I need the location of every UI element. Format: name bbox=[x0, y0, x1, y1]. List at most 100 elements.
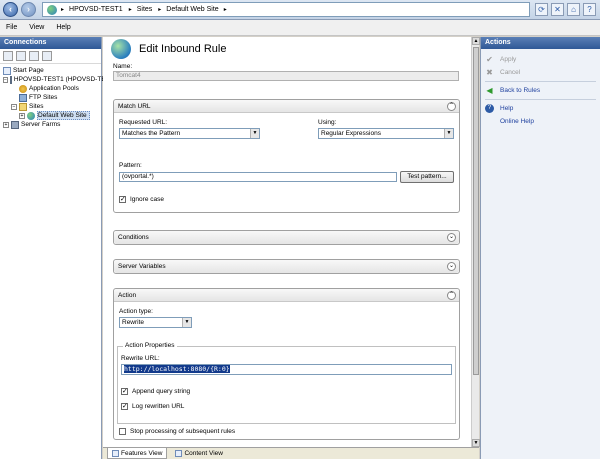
select-value: Matches the Pattern bbox=[122, 130, 181, 137]
menu-help[interactable]: Help bbox=[56, 24, 70, 31]
tree-app-pools[interactable]: Application Pools bbox=[0, 84, 101, 93]
tab-label: Content View bbox=[184, 450, 223, 457]
tree-server[interactable]: − HPOVSD-TEST1 (HPOVSD-TE bbox=[0, 75, 106, 84]
connect-icon[interactable] bbox=[3, 51, 13, 61]
crumb-label: HPOVSD-TEST1 bbox=[69, 6, 123, 13]
stop-processing-label: Stop processing of subsequent rules bbox=[130, 428, 236, 435]
view-tabs: Features View Content View bbox=[103, 447, 479, 459]
scroll-thumb[interactable] bbox=[473, 47, 479, 375]
tree-label: Start Page bbox=[13, 67, 44, 74]
collapse-icon[interactable]: − bbox=[3, 76, 8, 83]
address-bar[interactable]: ▸ HPOVSD-TEST1 ▸ Sites ▸ Default Web Site ▸ bbox=[42, 2, 530, 17]
tab-content-view[interactable]: Content View bbox=[171, 448, 227, 459]
tree-label: Server Farms bbox=[21, 121, 61, 128]
stop-processing-checkbox[interactable] bbox=[119, 428, 126, 435]
refresh-icon[interactable]: ⟳ bbox=[535, 3, 548, 16]
log-rewritten-label: Log rewritten URL bbox=[132, 403, 185, 410]
server-farm-icon bbox=[11, 120, 19, 129]
conditions-header[interactable]: Conditions ⌄ bbox=[114, 231, 459, 244]
scroll-up-icon[interactable]: ▲ bbox=[472, 37, 480, 45]
folder-icon bbox=[19, 102, 27, 111]
name-field[interactable]: Tomcat4 bbox=[113, 71, 459, 81]
up-icon[interactable] bbox=[29, 51, 39, 61]
test-pattern-button[interactable]: Test pattern... bbox=[400, 171, 454, 183]
log-rewritten-checkbox[interactable]: ✓ bbox=[121, 403, 128, 410]
select-value: Regular Expressions bbox=[321, 130, 381, 137]
conditions-section: Conditions ⌄ bbox=[113, 230, 460, 245]
pattern-label: Pattern: bbox=[119, 162, 142, 169]
crumb-label: Default Web Site bbox=[166, 6, 219, 13]
tab-features-view[interactable]: Features View bbox=[107, 448, 168, 459]
using-select[interactable]: Regular Expressions ▼ bbox=[318, 128, 454, 139]
page-icon bbox=[3, 66, 11, 75]
expand-icon[interactable]: ⌄ bbox=[447, 262, 456, 271]
collapse-icon[interactable]: ⌃ bbox=[447, 291, 456, 300]
section-title: Conditions bbox=[118, 234, 149, 241]
tree-label: Default Web Site bbox=[37, 111, 90, 120]
action-section: Action ⌃ Action type: Rewrite ▼ Action P… bbox=[113, 288, 460, 440]
append-query-label: Append query string bbox=[132, 388, 191, 395]
menu-file[interactable]: File bbox=[6, 24, 17, 31]
name-label: Name: bbox=[113, 63, 133, 70]
back-button[interactable]: ‹ bbox=[3, 2, 18, 17]
home-icon[interactable]: ⌂ bbox=[567, 3, 580, 16]
chevron-down-icon: ▼ bbox=[182, 318, 191, 327]
append-query-checkbox[interactable]: ✓ bbox=[121, 388, 128, 395]
help-icon[interactable]: ? bbox=[583, 3, 596, 16]
online-help-action[interactable]: Online Help bbox=[481, 115, 600, 128]
rewrite-url-label: Rewrite URL: bbox=[121, 355, 160, 362]
expand-icon[interactable]: + bbox=[3, 121, 9, 128]
stop-icon[interactable]: ✕ bbox=[551, 3, 564, 16]
tree-start-page[interactable]: Start Page bbox=[0, 66, 101, 75]
address-toolbar: ‹ › ▸ HPOVSD-TEST1 ▸ Sites ▸ Default Web Si… bbox=[0, 0, 600, 20]
collapse-icon[interactable]: − bbox=[11, 103, 17, 110]
action-label: Cancel bbox=[500, 69, 521, 76]
match-url-header[interactable]: Match URL ⌃ bbox=[114, 100, 459, 113]
action-properties-group: Action Properties Rewrite URL: http://lo… bbox=[117, 342, 456, 424]
menu-view[interactable]: View bbox=[29, 24, 44, 31]
select-value: Rewrite bbox=[122, 319, 145, 326]
rewrite-url-value: http://localhost:8080/{R:0} bbox=[124, 365, 230, 373]
disconnect-icon[interactable] bbox=[42, 51, 52, 61]
back-arrow-icon: ◀ bbox=[486, 86, 493, 95]
tree-label: FTP Sites bbox=[29, 94, 58, 101]
ftp-icon bbox=[19, 93, 27, 102]
expand-icon[interactable]: ⌄ bbox=[447, 233, 456, 242]
page-header: Edit Inbound Rule bbox=[103, 37, 479, 61]
section-title: Match URL bbox=[118, 103, 151, 110]
tree-label: Application Pools bbox=[29, 85, 79, 92]
pattern-field[interactable]: (ovportal.*) bbox=[119, 172, 397, 182]
tree-default-web-site[interactable]: + Default Web Site bbox=[0, 111, 101, 120]
server-variables-header[interactable]: Server Variables ⌄ bbox=[114, 260, 459, 273]
rewrite-url-field[interactable]: http://localhost:8080/{R:0} bbox=[121, 364, 452, 375]
breadcrumb-server[interactable]: ▸ HPOVSD-TEST1 bbox=[61, 6, 123, 13]
tree-label: HPOVSD-TEST1 (HPOVSD-TE bbox=[13, 76, 106, 83]
tree-label: Sites bbox=[29, 103, 44, 110]
tree-ftp-sites[interactable]: FTP Sites bbox=[0, 93, 101, 102]
expand-icon[interactable]: + bbox=[19, 112, 25, 119]
chevron-down-icon: ▼ bbox=[444, 129, 453, 138]
breadcrumb-sites[interactable]: ▸ Sites bbox=[129, 6, 153, 13]
page-title: Edit Inbound Rule bbox=[139, 43, 227, 55]
help-action[interactable]: ? Help bbox=[481, 102, 600, 115]
crumb-label: Sites bbox=[136, 6, 153, 13]
collapse-icon[interactable]: ⌃ bbox=[447, 102, 456, 111]
apply-action[interactable]: ✔ Apply bbox=[481, 53, 600, 66]
forward-button[interactable]: › bbox=[21, 2, 36, 17]
server-icon bbox=[9, 75, 12, 84]
action-label: Online Help bbox=[500, 118, 534, 125]
ignore-case-checkbox[interactable]: ✓ bbox=[119, 196, 126, 203]
scroll-down-icon[interactable]: ▼ bbox=[472, 439, 480, 447]
vertical-scrollbar[interactable]: ▲ ▼ bbox=[471, 37, 480, 447]
connections-panel: Connections Start Page − HPOVSD-TEST1 (H… bbox=[0, 37, 106, 459]
action-header[interactable]: Action ⌃ bbox=[114, 289, 459, 302]
tree-sites[interactable]: − Sites bbox=[0, 102, 101, 111]
tree-server-farms[interactable]: + Server Farms bbox=[0, 120, 101, 129]
action-type-select[interactable]: Rewrite ▼ bbox=[119, 317, 192, 328]
back-to-rules-action[interactable]: ◀ Back to Rules bbox=[481, 84, 600, 97]
server-variables-section: Server Variables ⌄ bbox=[113, 259, 460, 274]
save-icon[interactable] bbox=[16, 51, 26, 61]
cancel-action[interactable]: ✖ Cancel bbox=[481, 66, 600, 79]
requested-url-select[interactable]: Matches the Pattern ▼ bbox=[119, 128, 260, 139]
breadcrumb-site[interactable]: ▸ Default Web Site ▸ bbox=[158, 6, 231, 13]
